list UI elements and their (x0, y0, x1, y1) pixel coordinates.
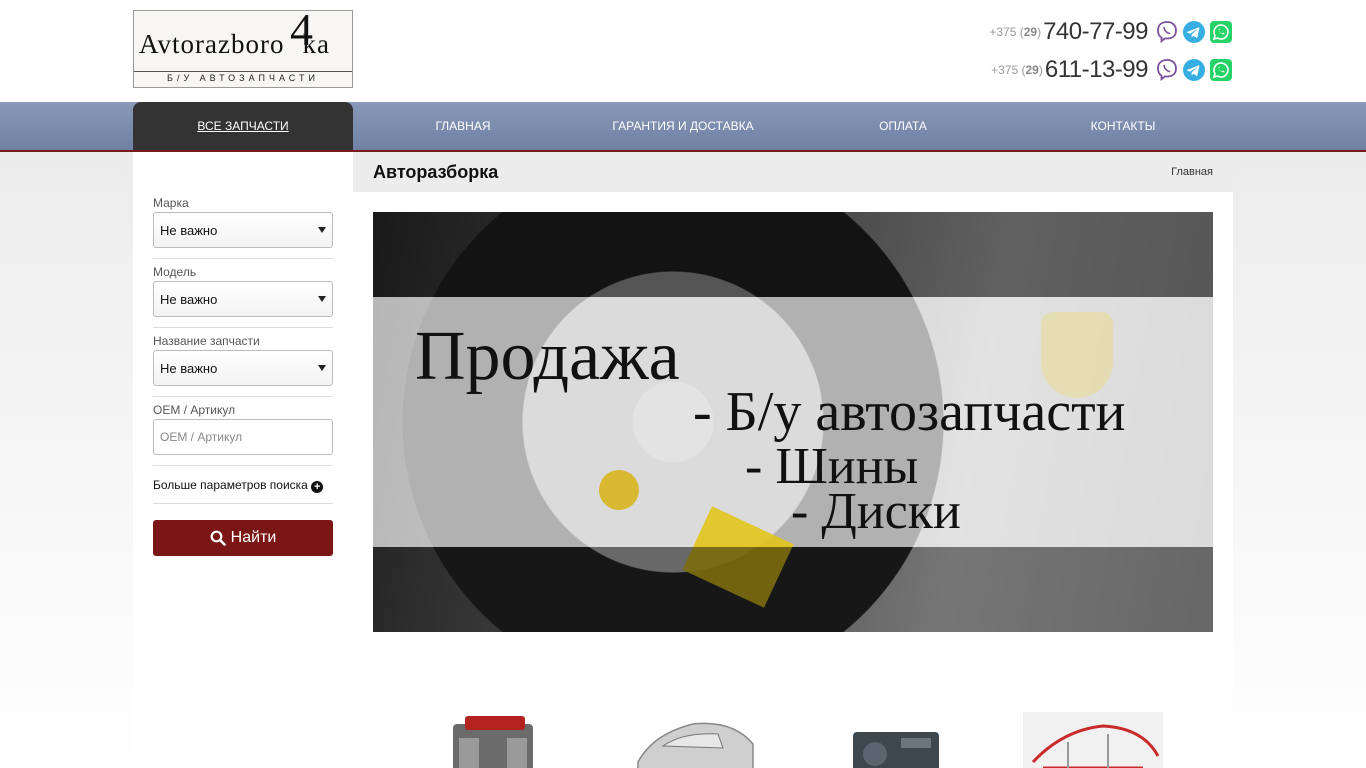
category-gearbox-image[interactable] (823, 712, 963, 768)
nav-item-contacts[interactable]: КОНТАКТЫ (1013, 102, 1233, 150)
logo-divider (134, 71, 352, 72)
content-container: Марка Не важно Модель Не важно Название … (133, 152, 1233, 768)
category-frame-image[interactable] (1023, 712, 1163, 768)
whatsapp-icon[interactable] (1209, 58, 1233, 82)
dropdown-arrow-icon (318, 296, 326, 302)
breadcrumb-home[interactable]: Главная (1171, 166, 1213, 178)
brand-select-value: Не важно (160, 223, 218, 238)
search-button-label: Найти (230, 529, 277, 546)
nav-item-home[interactable]: ГЛАВНАЯ (353, 102, 573, 150)
main-content: Авторазборка Главная Продажа - Б/у автоз… (353, 152, 1233, 768)
category-car-body-image[interactable] (623, 712, 763, 768)
nav-inner: ВСЕ ЗАПЧАСТИ ГЛАВНАЯ ГАРАНТИЯ И ДОСТАВКА… (133, 102, 1233, 150)
part-name-label: Название запчасти (153, 334, 260, 348)
nav-item-warranty-delivery[interactable]: ГАРАНТИЯ И ДОСТАВКА (573, 102, 793, 150)
phone-prefix: +375 (29) (989, 25, 1042, 39)
brand-field: Марка Не важно (153, 196, 333, 259)
search-sidebar: Марка Не важно Модель Не важно Название … (133, 152, 353, 768)
phone-row-1: +375 (29) 740-77-99 (973, 14, 1233, 50)
viber-icon[interactable] (1155, 58, 1179, 82)
model-select[interactable]: Не важно (153, 281, 333, 317)
header-container: Avtorazboro ka 4 Б/У АВТОЗАПЧАСТИ +375 (2… (133, 0, 1233, 102)
brand-label: Марка (153, 196, 189, 210)
brand-select[interactable]: Не важно (153, 212, 333, 248)
phone-number-2[interactable]: 611-13-99 (1045, 56, 1149, 84)
category-engine-image[interactable] (423, 712, 563, 768)
logo-subtitle: Б/У АВТОЗАПЧАСТИ (167, 73, 319, 83)
more-search-params-label: Больше параметров поиска (153, 478, 308, 492)
model-field: Модель Не важно (153, 265, 333, 328)
part-name-select[interactable]: Не важно (153, 350, 333, 386)
banner-dark-strip-top (373, 212, 1213, 297)
telegram-icon[interactable] (1182, 58, 1206, 82)
part-name-field: Название запчасти Не важно (153, 334, 333, 397)
banner-line-2: - Б/у автозапчасти (693, 381, 1126, 443)
phone-number-1[interactable]: 740-77-99 (1043, 18, 1148, 46)
category-thumbnails (393, 712, 1193, 768)
oem-label: OEM / Артикул (153, 403, 236, 417)
part-name-select-value: Не важно (160, 361, 218, 376)
whatsapp-icon[interactable] (1209, 20, 1233, 44)
model-select-value: Не важно (160, 292, 218, 307)
content: Марка Не важно Модель Не важно Название … (133, 152, 1233, 768)
phone-row-2: +375 (29) 611-13-99 (973, 52, 1233, 88)
more-search-params-link[interactable]: Больше параметров поиска + (153, 472, 333, 504)
oem-field: OEM / Артикул (153, 403, 333, 466)
dropdown-arrow-icon (318, 227, 326, 233)
logo-big-digit: 4 (290, 4, 313, 55)
wheel-hub-badge-image (599, 470, 639, 510)
dropdown-arrow-icon (318, 365, 326, 371)
main-nav: ВСЕ ЗАПЧАСТИ ГЛАВНАЯ ГАРАНТИЯ И ДОСТАВКА… (0, 102, 1366, 152)
page-title: Авторазборка (373, 161, 499, 182)
nav-item-payment[interactable]: ОПЛАТА (793, 102, 1013, 150)
phone-block: +375 (29) 740-77-99 +375 (29) 611-13-99 (973, 14, 1233, 90)
plus-circle-icon: + (311, 481, 324, 493)
banner-dark-strip-bottom (373, 547, 1213, 632)
search-button[interactable]: Найти (153, 520, 333, 556)
header: Avtorazboro ka 4 Б/У АВТОЗАПЧАСТИ +375 (2… (133, 0, 1233, 102)
telegram-icon[interactable] (1182, 20, 1206, 44)
title-bar: Авторазборка Главная (353, 152, 1233, 192)
banner-line-1: Продажа (415, 318, 680, 395)
viber-icon[interactable] (1155, 20, 1179, 44)
model-label: Модель (153, 265, 197, 279)
search-icon (210, 530, 226, 546)
oem-input[interactable] (153, 419, 333, 455)
nav-item-all-parts[interactable]: ВСЕ ЗАПЧАСТИ (133, 102, 353, 150)
site-logo[interactable]: Avtorazboro ka 4 Б/У АВТОЗАПЧАСТИ (133, 4, 353, 88)
phone-prefix: +375 (29) (991, 63, 1043, 77)
promo-banner[interactable]: Продажа - Б/у автозапчасти - Шины - Диск… (373, 212, 1213, 632)
banner-line-4: - Диски (791, 483, 961, 540)
